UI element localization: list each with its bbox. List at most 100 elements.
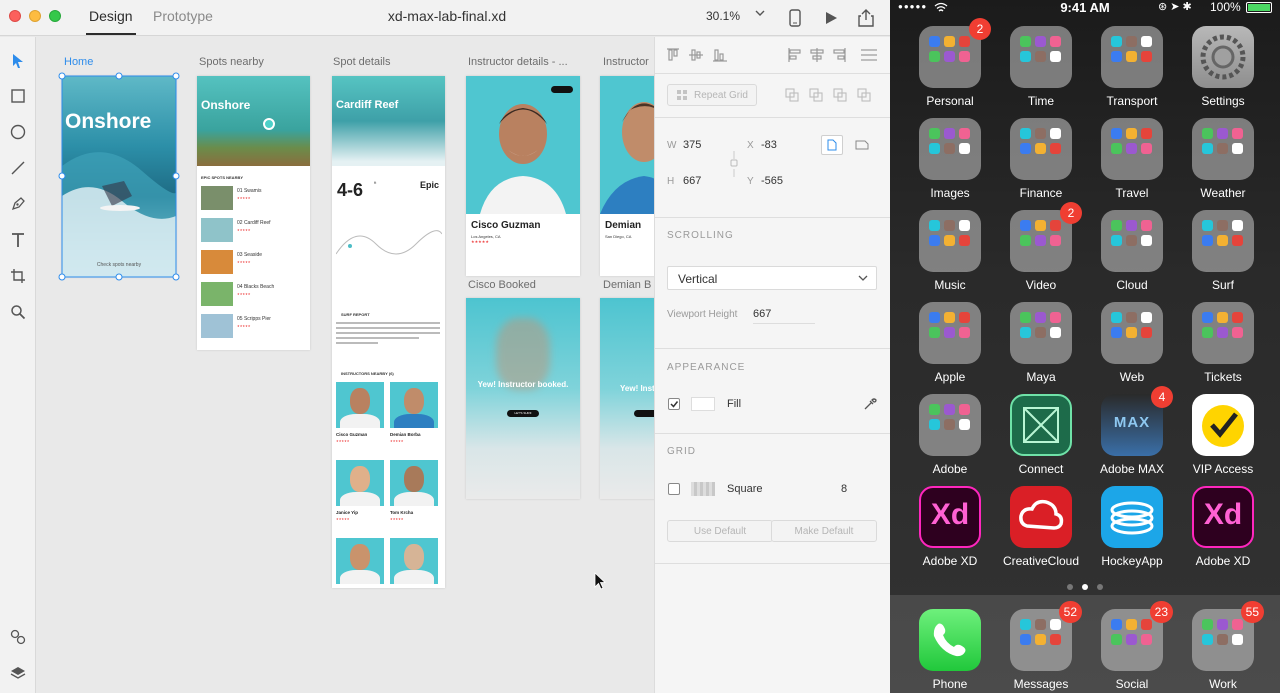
dock-app-work[interactable]: 55 Work [1178, 601, 1268, 691]
app-weather[interactable]: Weather [1178, 118, 1268, 200]
app-hockeyapp[interactable]: HockeyApp [1087, 486, 1177, 568]
width-input[interactable]: 375 [683, 139, 701, 151]
app-personal[interactable]: 2 Personal [905, 18, 995, 108]
artboard-spots-nearby[interactable]: Onshore EPIC SPOTS NEARBY 01 Swamis ★★★★★… [197, 76, 310, 350]
artboard-label-spot-details[interactable]: Spot details [333, 56, 390, 68]
instructor-card[interactable]: Tom Krcha ★★★★★ [390, 460, 438, 532]
fill-color-swatch[interactable] [691, 397, 715, 411]
lets-surf-button[interactable]: LET'S SURF [507, 410, 539, 417]
artboard-instructor-demian[interactable]: Demian San Diego, CA [600, 76, 654, 276]
artboard-tool-icon[interactable] [6, 264, 30, 288]
app-surf[interactable]: Surf [1178, 210, 1268, 292]
artboard-cisco-booked[interactable]: Yew! Instructor booked. LET'S SURF [466, 298, 580, 499]
line-tool-icon[interactable] [6, 156, 30, 180]
design-canvas[interactable]: Home Onshore Check spots nearby Spots ne… [37, 37, 654, 693]
boolean-ops[interactable] [785, 88, 875, 107]
instructor-card[interactable]: Alnie Figueroa★★★★★ [336, 538, 384, 588]
dock-app-phone[interactable]: Phone [905, 609, 995, 691]
artboard-label-spots[interactable]: Spots nearby [199, 56, 264, 68]
app-cloud[interactable]: Cloud [1087, 210, 1177, 292]
text-tool-icon[interactable] [6, 228, 30, 252]
dock-app-messages[interactable]: 52 Messages [996, 601, 1086, 691]
tab-design[interactable]: Design [86, 8, 136, 35]
zoom-level[interactable]: 30.1% [706, 9, 740, 23]
app-adobe[interactable]: Adobe [905, 394, 995, 476]
grid-size-input[interactable]: 8 [841, 483, 847, 495]
artboard-label-home[interactable]: Home [64, 56, 93, 68]
artboard-instructor-details[interactable]: Cisco Guzman Los Angeles, CA ★★★★★ [466, 76, 580, 276]
page-dot[interactable] [1097, 584, 1103, 590]
viewport-height-input[interactable]: 667 [753, 308, 815, 324]
spot-list-item[interactable]: 04 Blacks Beach ★★★★★ [201, 282, 306, 308]
minimize-window-button[interactable] [29, 10, 41, 22]
page-dot[interactable] [1067, 584, 1073, 590]
landscape-orientation-icon[interactable] [851, 135, 873, 155]
instructor-portrait-demian [600, 102, 654, 214]
instructor-card[interactable]: Cisco Guzman ★★★★★ [336, 382, 384, 454]
zoom-tool-icon[interactable] [6, 300, 30, 324]
device-preview-icon[interactable] [784, 7, 806, 29]
app-tickets[interactable]: Tickets [1178, 302, 1268, 384]
spot-list-item[interactable]: 02 Cardiff Reef ★★★★★ [201, 218, 306, 244]
artboard-spot-details[interactable]: Cardiff Reef 4-6 ft Epic SURF REPORT INS… [332, 76, 445, 588]
use-default-button[interactable]: Use Default [667, 520, 773, 542]
app-adobe-max[interactable]: MAX 4 Adobe MAX [1087, 386, 1177, 476]
app-travel[interactable]: Travel [1087, 118, 1177, 200]
x-input[interactable]: -83 [761, 139, 777, 151]
play-preview-icon[interactable] [820, 7, 842, 29]
symbols-icon[interactable] [6, 625, 30, 649]
book-button-cisco[interactable] [551, 86, 573, 93]
artboard-demian-booked[interactable]: Yew! Instruct [600, 298, 654, 499]
spot-list-item[interactable]: 05 Scripps Pier ★★★★★ [201, 314, 306, 340]
app-adobe-xd[interactable]: Xd Adobe XD [905, 486, 995, 568]
app-web[interactable]: Web [1087, 302, 1177, 384]
app-time[interactable]: Time [996, 26, 1086, 108]
portrait-orientation-icon[interactable] [821, 135, 843, 155]
app-transport[interactable]: Transport [1087, 26, 1177, 108]
instructor-card[interactable]: Demian Borba ★★★★★ [390, 382, 438, 454]
lets-surf-button-demian[interactable] [634, 410, 654, 417]
zoom-window-button[interactable] [49, 10, 61, 22]
app-adobe-xd[interactable]: Xd Adobe XD [1178, 486, 1268, 568]
grid-checkbox[interactable] [668, 483, 680, 495]
spot-list-item[interactable]: 03 Seaside ★★★★★ [201, 250, 306, 276]
dock-app-social[interactable]: 23 Social [1087, 601, 1177, 691]
app-music[interactable]: Music [905, 210, 995, 292]
lock-aspect-icon[interactable] [729, 149, 739, 179]
artboard-label-instructor-demian[interactable]: Instructor [603, 56, 649, 68]
instructor-card[interactable]: Dann Petty★★★★★ [390, 538, 438, 588]
app-vip-access[interactable]: VIP Access [1178, 394, 1268, 476]
app-apple[interactable]: Apple [905, 302, 995, 384]
app-creativecloud[interactable]: CreativeCloud [996, 486, 1086, 568]
y-input[interactable]: -565 [761, 175, 783, 187]
repeat-grid-button[interactable]: Repeat Grid [667, 84, 757, 106]
artboard-label-instructor-details[interactable]: Instructor details - ... [468, 56, 568, 68]
instructor-card[interactable]: Janice Yip ★★★★★ [336, 460, 384, 532]
app-finance[interactable]: Finance [996, 118, 1086, 200]
page-dot[interactable] [1082, 584, 1088, 590]
app-images[interactable]: Images [905, 118, 995, 200]
grid-type[interactable]: Square [727, 483, 762, 495]
ellipse-tool-icon[interactable] [6, 120, 30, 144]
fill-checkbox[interactable] [668, 398, 680, 410]
layers-icon[interactable] [6, 661, 30, 685]
app-video[interactable]: 2 Video [996, 202, 1086, 292]
close-window-button[interactable] [9, 10, 21, 22]
scrolling-dropdown[interactable]: Vertical [667, 266, 877, 290]
select-tool-icon[interactable] [6, 49, 30, 73]
zoom-dropdown-chevron-icon[interactable] [754, 7, 766, 22]
rectangle-tool-icon[interactable] [6, 84, 30, 108]
grid-color-swatch[interactable] [691, 482, 715, 496]
make-default-button[interactable]: Make Default [771, 520, 877, 542]
height-input[interactable]: 667 [683, 175, 701, 187]
tab-prototype[interactable]: Prototype [153, 8, 213, 24]
app-settings[interactable]: Settings [1178, 26, 1268, 108]
artboard-label-demian-booked[interactable]: Demian B [603, 279, 651, 291]
spot-list-item[interactable]: 01 Swamis ★★★★★ [201, 186, 306, 212]
pen-tool-icon[interactable] [6, 192, 30, 216]
share-icon[interactable] [855, 7, 877, 29]
app-connect[interactable]: Connect [996, 394, 1086, 476]
app-maya[interactable]: Maya [996, 302, 1086, 384]
artboard-label-cisco-booked[interactable]: Cisco Booked [468, 279, 536, 291]
eyedropper-icon[interactable] [863, 397, 877, 411]
